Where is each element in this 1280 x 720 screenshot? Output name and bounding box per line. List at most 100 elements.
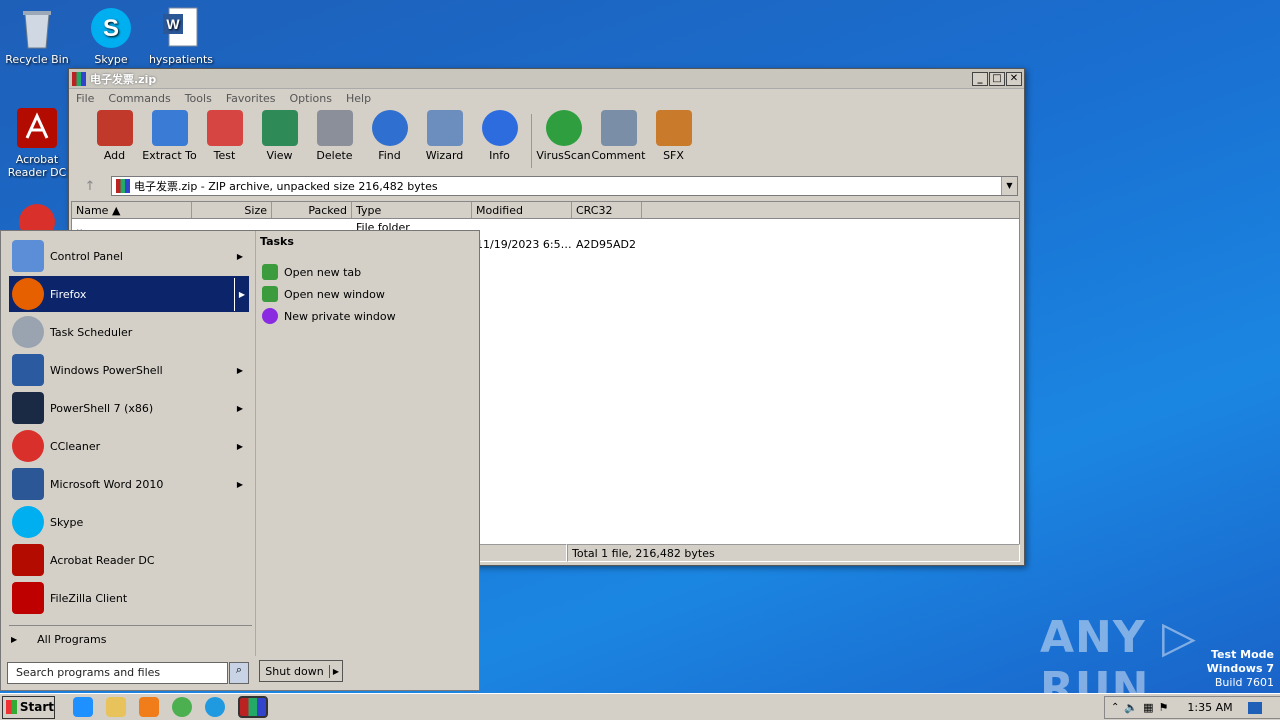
start-item-filezilla[interactable]: FileZilla Client [9,580,249,616]
column-size[interactable]: Size [192,202,272,218]
clock-text[interactable]: 1:35 AM [1187,701,1232,714]
info-button[interactable]: Info [472,110,527,162]
maximize-button[interactable]: □ [989,71,1005,86]
chrome-icon[interactable] [172,697,192,717]
extract-to-button[interactable]: Extract To [142,110,197,162]
menu-file[interactable]: File [76,92,94,105]
start-menu: Control Panel ▶ Firefox ▶ Task Scheduler… [0,230,480,691]
show-desktop-icon[interactable] [1247,701,1262,714]
delete-button[interactable]: Delete [307,110,362,162]
window-titlebar[interactable]: 电子发票.zip _ □ ✕ [69,69,1024,89]
task-new-private-window[interactable]: New private window [262,308,396,324]
find-label: Find [378,149,401,162]
menu-help[interactable]: Help [346,92,371,105]
column-name[interactable]: Name ▲ [72,202,192,218]
sfx-icon [655,110,692,146]
desktop-icon-word-doc[interactable]: W hyspatients [144,6,218,66]
clock-icon [12,316,44,348]
chevron-down-icon[interactable]: ▼ [1001,177,1017,195]
up-arrow-icon[interactable]: ↑ [75,179,105,194]
start-item-acrobat[interactable]: Acrobat Reader DC [9,542,249,578]
column-crc32[interactable]: CRC32 [572,202,642,218]
start-item-powershell-7[interactable]: PowerShell 7 (x86) ▶ [9,390,249,426]
test-button[interactable]: Test [197,110,252,162]
start-item-task-scheduler[interactable]: Task Scheduler [9,314,249,350]
chevron-right-icon: ▶ [11,635,18,644]
start-item-control-panel[interactable]: Control Panel ▶ [9,238,249,274]
virusscan-button[interactable]: VirusScan [536,110,591,162]
start-item-windows-powershell[interactable]: Windows PowerShell ▶ [9,352,249,388]
start-button[interactable]: Start [2,695,55,719]
media-player-icon[interactable] [139,697,159,717]
wizard-button[interactable]: Wizard [417,110,472,162]
start-item-firefox[interactable]: Firefox ▶ [9,276,249,312]
filezilla-icon [12,582,44,614]
word-doc-icon: W [159,6,203,50]
menu-options[interactable]: Options [290,92,332,105]
network-icon[interactable]: ▦ [1143,701,1153,714]
file-explorer-icon[interactable] [106,697,126,717]
sfx-button[interactable]: SFX [646,110,701,162]
add-icon [96,110,133,146]
all-programs-button[interactable]: ▶ All Programs [11,633,106,646]
edge-icon[interactable] [205,697,225,717]
start-item-ccleaner[interactable]: CCleaner ▶ [9,428,249,464]
desktop-icon-label: Acrobat Reader DC [7,153,67,179]
info-icon [481,110,518,146]
start-item-label: FileZilla Client [50,591,128,605]
column-modified[interactable]: Modified [472,202,572,218]
start-item-label: Acrobat Reader DC [50,553,155,567]
start-item-label: Windows PowerShell [50,363,163,377]
column-packed[interactable]: Packed [272,202,352,218]
view-button[interactable]: View [252,110,307,162]
start-item-word[interactable]: Microsoft Word 2010 ▶ [9,466,249,502]
archive-icon [116,179,130,193]
find-button[interactable]: Find [362,110,417,162]
new-window-icon [262,286,278,302]
add-button[interactable]: Add [87,110,142,162]
chevron-right-icon[interactable]: ▶ [233,277,249,311]
powershell-icon [12,354,44,386]
folder-icon [151,110,188,146]
shutdown-button[interactable]: Shut down ▶ [259,660,343,682]
task-open-new-tab[interactable]: Open new tab [262,264,361,280]
desktop-icon-acrobat[interactable]: Acrobat Reader DC [0,106,74,179]
search-input[interactable]: Search programs and files [7,662,228,684]
desktop-icon-recycle-bin[interactable]: Recycle Bin [0,6,74,66]
magnifier-icon [371,110,408,146]
extract-to-label: Extract To [142,149,197,162]
menu-favorites[interactable]: Favorites [226,92,276,105]
winrar-taskbar-icon[interactable] [238,696,268,718]
task-open-new-window[interactable]: Open new window [262,286,385,302]
menu-tools[interactable]: Tools [185,92,212,105]
minimize-button[interactable]: _ [972,71,988,86]
chevron-up-icon[interactable]: ⌃ [1111,702,1119,713]
address-text: 电子发票.zip - ZIP archive, unpacked size 21… [134,180,438,193]
acrobat-icon [15,106,59,150]
search-icon[interactable]: ⌕ [229,662,249,684]
internet-explorer-icon[interactable] [73,697,93,717]
skype-icon: S [89,6,133,50]
start-item-skype[interactable]: Skype [9,504,249,540]
test-mode-watermark: Test Mode Windows 7 Build 7601 [1207,648,1274,690]
virusscan-label: VirusScan [536,149,591,162]
volume-icon[interactable]: 🔈 [1124,701,1138,714]
svg-text:S: S [103,15,119,42]
close-button[interactable]: ✕ [1006,71,1022,86]
column-type[interactable]: Type [352,202,472,218]
comment-button[interactable]: Comment [591,110,646,162]
desktop-icon-skype[interactable]: S Skype [74,6,148,66]
address-field[interactable]: 电子发票.zip - ZIP archive, unpacked size 21… [111,176,1018,196]
flag-icon[interactable]: ⚑ [1159,701,1169,714]
task-label: Open new tab [284,265,362,279]
book-icon [261,110,298,146]
private-mask-icon [262,308,278,324]
desktop-icon-label: hyspatients [148,53,214,66]
menu-commands[interactable]: Commands [108,92,170,105]
chevron-right-icon[interactable]: ▶ [330,667,342,676]
task-label: New private window [284,309,396,323]
status-text: Total 1 file, 216,482 bytes [567,544,1020,562]
row-modified: 11/19/2023 6:5… [476,238,572,251]
svg-text:W: W [166,16,180,32]
powershell-7-icon [12,392,44,424]
